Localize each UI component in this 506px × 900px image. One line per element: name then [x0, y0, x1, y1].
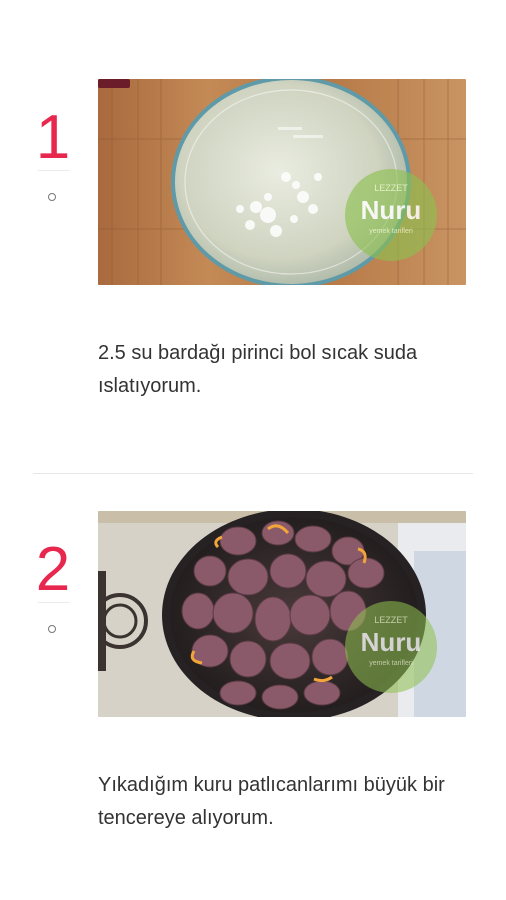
step-description: 2.5 su bardağı pirinci bol sıcak suda ıs…	[98, 342, 418, 397]
step-number: 1	[35, 103, 71, 172]
svg-text:yemek tarifleri: yemek tarifleri	[369, 228, 413, 235]
step-bullet-icon	[48, 193, 56, 201]
step-photo[interactable]: LEZZET Nuru yemek tarifleri	[98, 79, 466, 285]
step-description: Yıkadığım kuru patlıcanlarımı büyük bir …	[98, 774, 445, 829]
step-photo[interactable]: LEZZET Nuru yemek tarifleri	[98, 511, 466, 717]
svg-text:LEZZET: LEZZET	[374, 183, 408, 193]
step-number-underline	[38, 170, 70, 171]
step-divider	[33, 473, 473, 474]
lezzet-nuru-watermark-logo: LEZZET Nuru yemek tarifleri	[345, 601, 437, 693]
svg-text:Nuru: Nuru	[361, 627, 422, 657]
svg-text:Nuru: Nuru	[361, 195, 422, 225]
step-number: 2	[35, 535, 71, 604]
step-bullet-icon	[48, 625, 56, 633]
svg-text:LEZZET: LEZZET	[374, 615, 408, 625]
svg-text:yemek tarifleri: yemek tarifleri	[369, 660, 413, 667]
lezzet-nuru-watermark-logo: LEZZET Nuru yemek tarifleri	[345, 169, 437, 261]
step-number-underline	[38, 602, 70, 603]
